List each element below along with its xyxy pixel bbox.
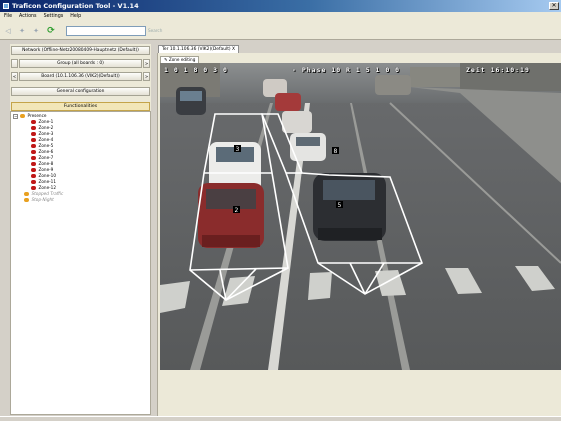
tree-item-label: Zone-2 <box>38 125 54 130</box>
left-panel: Network (Offline-Netz20080409-Hauptnetz … <box>10 44 151 415</box>
up-icon[interactable]: ✦ <box>32 27 40 35</box>
zone-label[interactable]: 2 <box>235 207 239 214</box>
osd-phase: - Phase 10 R 1 5 1 0 0 <box>292 66 401 74</box>
functionality-icon <box>24 197 29 203</box>
tree-item-label: Zone-5 <box>38 143 54 148</box>
window-titlebar: Traficon Configuration Tool - V1.14 ✕ <box>0 0 561 12</box>
tree-item-label: Zone-10 <box>38 173 57 178</box>
group-prev-button[interactable] <box>11 59 18 68</box>
tree-item-label: Stopped Traffic <box>31 191 64 196</box>
zone-icon <box>31 149 36 155</box>
forward-icon[interactable]: ✦ <box>18 27 26 35</box>
zone-icon <box>31 155 36 161</box>
zone-icon <box>31 185 36 191</box>
status-bar <box>0 416 561 421</box>
zone-icon <box>31 137 36 143</box>
tree-item-label: Zone-7 <box>38 155 54 160</box>
search-button[interactable]: Search <box>148 28 162 33</box>
functionality-tree: − Presence Zone-1 Zone-2 Zone-3 Zone-4 Zo… <box>10 111 151 415</box>
tree-item-label: Zone-11 <box>38 179 57 184</box>
tab-label: Zone editing <box>168 57 196 62</box>
network-button[interactable]: Network (Offline-Netz20080409-Hauptnetz … <box>11 46 150 55</box>
zone-label[interactable]: 8 <box>334 148 338 155</box>
board-next-button[interactable]: > <box>143 72 150 81</box>
group-next-button[interactable]: > <box>143 59 150 68</box>
presence-icon <box>20 113 25 119</box>
board-prev-button[interactable]: < <box>11 72 18 81</box>
window-title: Traficon Configuration Tool - V1.14 <box>12 2 139 10</box>
collapse-icon[interactable]: − <box>13 113 18 119</box>
zone-label[interactable]: 5 <box>338 202 342 209</box>
osd-time: Zeit 16:10:19 <box>466 66 530 74</box>
menu-bar: File Actions Settings Help <box>0 12 561 22</box>
refresh-icon[interactable]: ⟳ <box>47 27 55 36</box>
close-icon[interactable]: ✕ <box>549 2 559 10</box>
search-input[interactable] <box>66 26 146 36</box>
zone-label[interactable]: 3 <box>236 146 240 153</box>
back-icon[interactable]: ◁ <box>4 27 12 35</box>
tree-item-label: Zone-4 <box>38 137 54 142</box>
tree-item-label: Zone-9 <box>38 167 54 172</box>
menu-file[interactable]: File <box>4 12 12 22</box>
group-button[interactable]: Group (all boards : 0) <box>19 59 142 68</box>
toolbar: ◁ ✦ ✦ ⟳ Search <box>0 22 561 40</box>
tree-item-label: Zone-12 <box>38 185 57 190</box>
tree-item-label: Presence <box>27 113 47 118</box>
camera-image: 3 2 5 8 <box>160 63 561 370</box>
tree-item-label: Zone-6 <box>38 149 54 154</box>
tree-item-label: Stop-Night <box>31 197 54 202</box>
functionality-icon <box>24 191 29 197</box>
tree-item-label: Zone-8 <box>38 161 54 166</box>
zone-icon <box>31 179 36 185</box>
zone-icon <box>31 125 36 131</box>
camera-view[interactable]: 3 2 5 8 <box>160 63 561 370</box>
tree-item-label: Zone-1 <box>38 119 54 124</box>
general-configuration-button[interactable]: General configuration <box>11 87 150 96</box>
tab-board[interactable]: Ter 10.1.106.36 (VIK2)(Default) X <box>158 45 240 53</box>
zone-icon <box>31 173 36 179</box>
osd-counter: 1 0 1 8 0 3 0 <box>164 66 228 74</box>
menu-actions[interactable]: Actions <box>19 12 37 22</box>
menu-settings[interactable]: Settings <box>44 12 64 22</box>
zone-icon <box>31 161 36 167</box>
zone-icon <box>31 119 36 125</box>
tree-item-stop-night[interactable]: Stop-Night <box>24 197 54 203</box>
tree-item-label: Zone-3 <box>38 131 54 136</box>
functionalities-header: Functionalities <box>11 102 150 111</box>
empty-panel-area <box>160 370 561 421</box>
menu-help[interactable]: Help <box>70 12 81 22</box>
zone-icon <box>31 167 36 173</box>
tab-zone-editing[interactable]: ✎ Zone editing <box>160 56 200 63</box>
video-osd: 1 0 1 8 0 3 0 - Phase 10 R 1 5 1 0 0 Zei… <box>164 66 559 75</box>
board-button[interactable]: Board (10.1.106.36 (VIK2)(Default)) <box>19 72 142 81</box>
zone-icon <box>31 143 36 149</box>
zone-icon <box>31 131 36 137</box>
app-icon <box>3 3 9 9</box>
